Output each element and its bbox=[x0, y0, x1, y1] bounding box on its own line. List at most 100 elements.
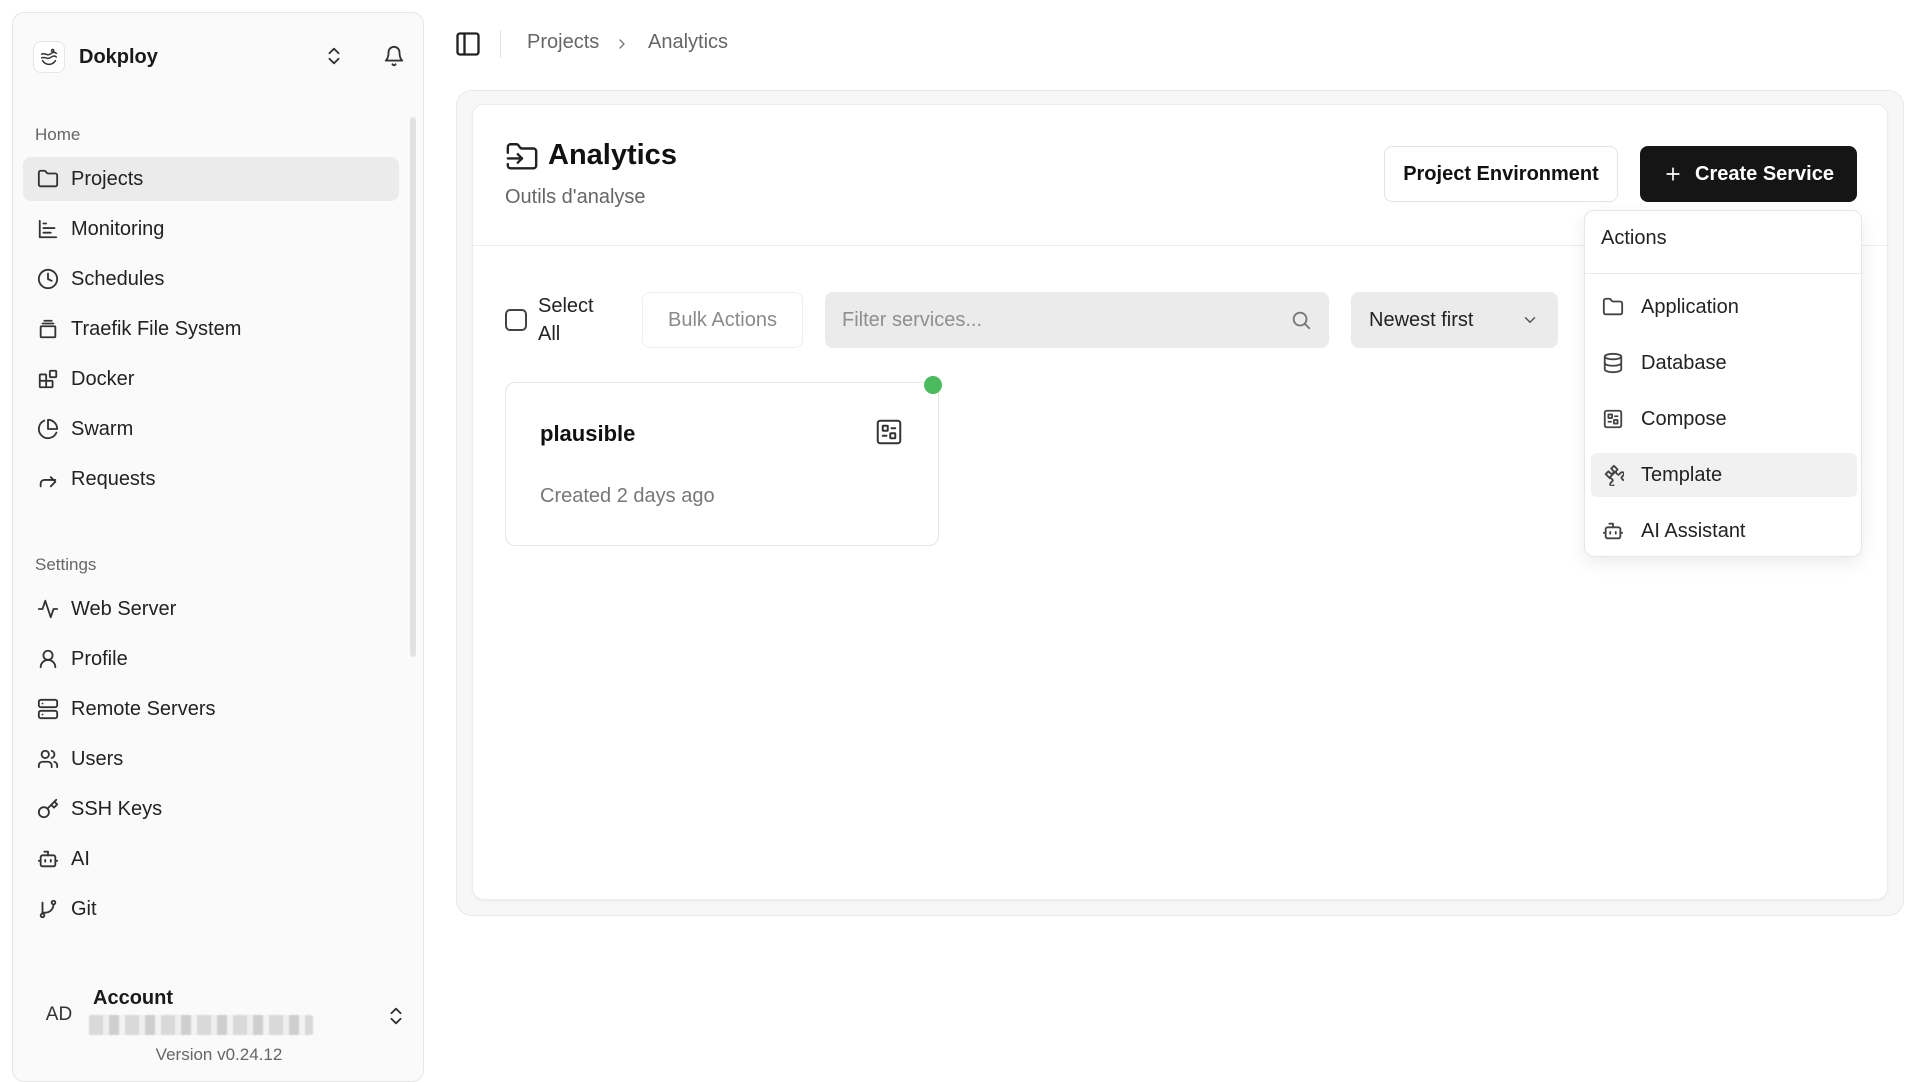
account-email-redacted bbox=[89, 1015, 313, 1035]
project-description: Outils d'analyse bbox=[505, 186, 646, 208]
sidebar-scrollbar[interactable] bbox=[410, 117, 416, 657]
sidebar-item-requests[interactable]: Requests bbox=[23, 457, 399, 501]
sidebar-item-label: Requests bbox=[71, 467, 156, 490]
chevron-down-icon bbox=[1521, 311, 1539, 329]
chevrons-up-down-icon[interactable] bbox=[385, 1005, 407, 1027]
create-service-button[interactable]: Create Service bbox=[1640, 146, 1857, 202]
breadcrumb-projects[interactable]: Projects bbox=[527, 31, 599, 54]
bot-icon bbox=[1602, 522, 1624, 540]
app-version: Version v0.24.12 bbox=[155, 1045, 283, 1064]
clock-icon bbox=[37, 268, 59, 290]
breadcrumb-analytics: Analytics bbox=[648, 31, 729, 53]
blocks-icon bbox=[38, 369, 58, 389]
sort-select[interactable]: Newest first bbox=[1351, 292, 1558, 348]
sidebar-item-monitoring[interactable]: Monitoring bbox=[23, 207, 399, 251]
pie-icon bbox=[37, 418, 59, 439]
account-menu[interactable]: AD Account bbox=[33, 981, 409, 1045]
sidebar-item-label: SSH Keys bbox=[71, 797, 163, 820]
search-icon bbox=[1290, 309, 1312, 331]
server-icon bbox=[37, 698, 59, 720]
sidebar-item-label: Schedules bbox=[71, 267, 165, 290]
sidebar-item-profile[interactable]: Profile bbox=[23, 637, 399, 681]
bot-icon bbox=[37, 850, 59, 868]
sidebar-item-label: Web Server bbox=[71, 597, 177, 620]
key-icon bbox=[37, 798, 59, 819]
menu-item-template[interactable]: Template bbox=[1591, 453, 1857, 497]
team-name: Dokploy bbox=[79, 45, 158, 68]
page-title: Analytics bbox=[548, 139, 677, 171]
plus-icon bbox=[1663, 164, 1683, 184]
menu-label: Actions bbox=[1601, 227, 1667, 249]
sidebar-item-remote-servers[interactable]: Remote Servers bbox=[23, 687, 399, 731]
service-created: Created 2 days ago bbox=[540, 485, 715, 507]
sidebar-item-web-server[interactable]: Web Server bbox=[23, 587, 399, 631]
menu-item-database[interactable]: Database bbox=[1591, 341, 1857, 385]
avatar: AD bbox=[45, 1004, 73, 1025]
sidebar-item-schedules[interactable]: Schedules bbox=[23, 257, 399, 301]
sidebar-toggle-icon[interactable] bbox=[454, 30, 482, 58]
sidebar: Dokploy Home Projects Monitoring Schedul… bbox=[12, 12, 424, 1082]
menu-item-label: Database bbox=[1641, 351, 1727, 374]
menu-item-application[interactable]: Application bbox=[1591, 285, 1857, 329]
service-card[interactable]: plausible Created 2 days ago bbox=[505, 382, 939, 546]
puzzle-icon bbox=[1604, 464, 1624, 486]
menu-item-compose[interactable]: Compose bbox=[1591, 397, 1857, 441]
sidebar-item-swarm[interactable]: Swarm bbox=[23, 407, 399, 451]
sidebar-item-label: Profile bbox=[71, 647, 128, 670]
menu-item-label: AI Assistant bbox=[1641, 519, 1746, 542]
dokploy-logo-icon bbox=[33, 41, 65, 73]
sidebar-item-traefik-file-system[interactable]: Traefik File System bbox=[23, 307, 399, 351]
filter-placeholder: Filter services... bbox=[842, 309, 983, 331]
settings-group-label: Settings bbox=[35, 555, 97, 574]
bell-icon[interactable] bbox=[383, 45, 405, 67]
sort-value: Newest first bbox=[1369, 309, 1474, 331]
select-all-checkbox[interactable] bbox=[505, 309, 527, 331]
sidebar-item-label: Traefik File System bbox=[71, 317, 242, 340]
status-dot bbox=[924, 376, 942, 394]
sidebar-item-label: Monitoring bbox=[71, 217, 165, 240]
sidebar-item-label: Swarm bbox=[71, 417, 134, 440]
topbar-divider bbox=[500, 30, 501, 58]
folder-icon bbox=[37, 169, 59, 188]
menu-separator bbox=[1585, 273, 1861, 274]
menu-item-label: Application bbox=[1641, 295, 1739, 318]
sidebar-item-docker[interactable]: Docker bbox=[23, 357, 399, 401]
sidebar-item-ai[interactable]: AI bbox=[23, 837, 399, 881]
project-environment-button[interactable]: Project Environment bbox=[1384, 146, 1618, 202]
menu-item-ai-assistant[interactable]: AI Assistant bbox=[1591, 509, 1857, 553]
sidebar-item-label: Projects bbox=[71, 167, 144, 190]
sidebar-item-users[interactable]: Users bbox=[23, 737, 399, 781]
compose-icon bbox=[1603, 409, 1623, 429]
chevron-right-icon bbox=[614, 36, 630, 52]
sidebar-item-label: Git bbox=[71, 897, 97, 920]
folder-icon bbox=[1602, 297, 1624, 316]
users-icon bbox=[37, 749, 59, 769]
sidebar-item-projects[interactable]: Projects bbox=[23, 157, 399, 201]
forward-arrow-icon bbox=[39, 476, 57, 488]
create-service-menu: Actions Application Database Compose Tem… bbox=[1584, 210, 1862, 557]
bulk-actions-button[interactable]: Bulk Actions bbox=[642, 292, 803, 348]
account-title: Account bbox=[93, 987, 173, 1009]
activity-icon bbox=[37, 599, 59, 619]
compose-icon bbox=[874, 417, 904, 447]
filter-services-input[interactable]: Filter services... bbox=[825, 292, 1329, 348]
menu-item-label: Template bbox=[1641, 463, 1723, 486]
chart-icon bbox=[38, 219, 58, 239]
user-icon bbox=[39, 649, 57, 669]
create-service-label: Create Service bbox=[1695, 162, 1834, 185]
folder-input-icon bbox=[505, 140, 539, 174]
team-switcher[interactable]: Dokploy bbox=[33, 33, 405, 81]
file-system-icon bbox=[39, 319, 57, 339]
sidebar-item-label: AI bbox=[71, 847, 90, 870]
git-branch-icon bbox=[39, 899, 57, 919]
home-group-label: Home bbox=[35, 125, 81, 144]
select-all-label[interactable]: Select All bbox=[538, 292, 618, 348]
sidebar-item-git[interactable]: Git bbox=[23, 887, 399, 931]
service-name: plausible bbox=[540, 421, 636, 446]
sidebar-item-label: Remote Servers bbox=[71, 697, 216, 720]
database-icon bbox=[1603, 352, 1623, 374]
sidebar-item-label: Users bbox=[71, 747, 124, 770]
chevrons-up-down-icon[interactable] bbox=[323, 45, 345, 67]
sidebar-item-label: Docker bbox=[71, 367, 135, 390]
sidebar-item-ssh-keys[interactable]: SSH Keys bbox=[23, 787, 399, 831]
